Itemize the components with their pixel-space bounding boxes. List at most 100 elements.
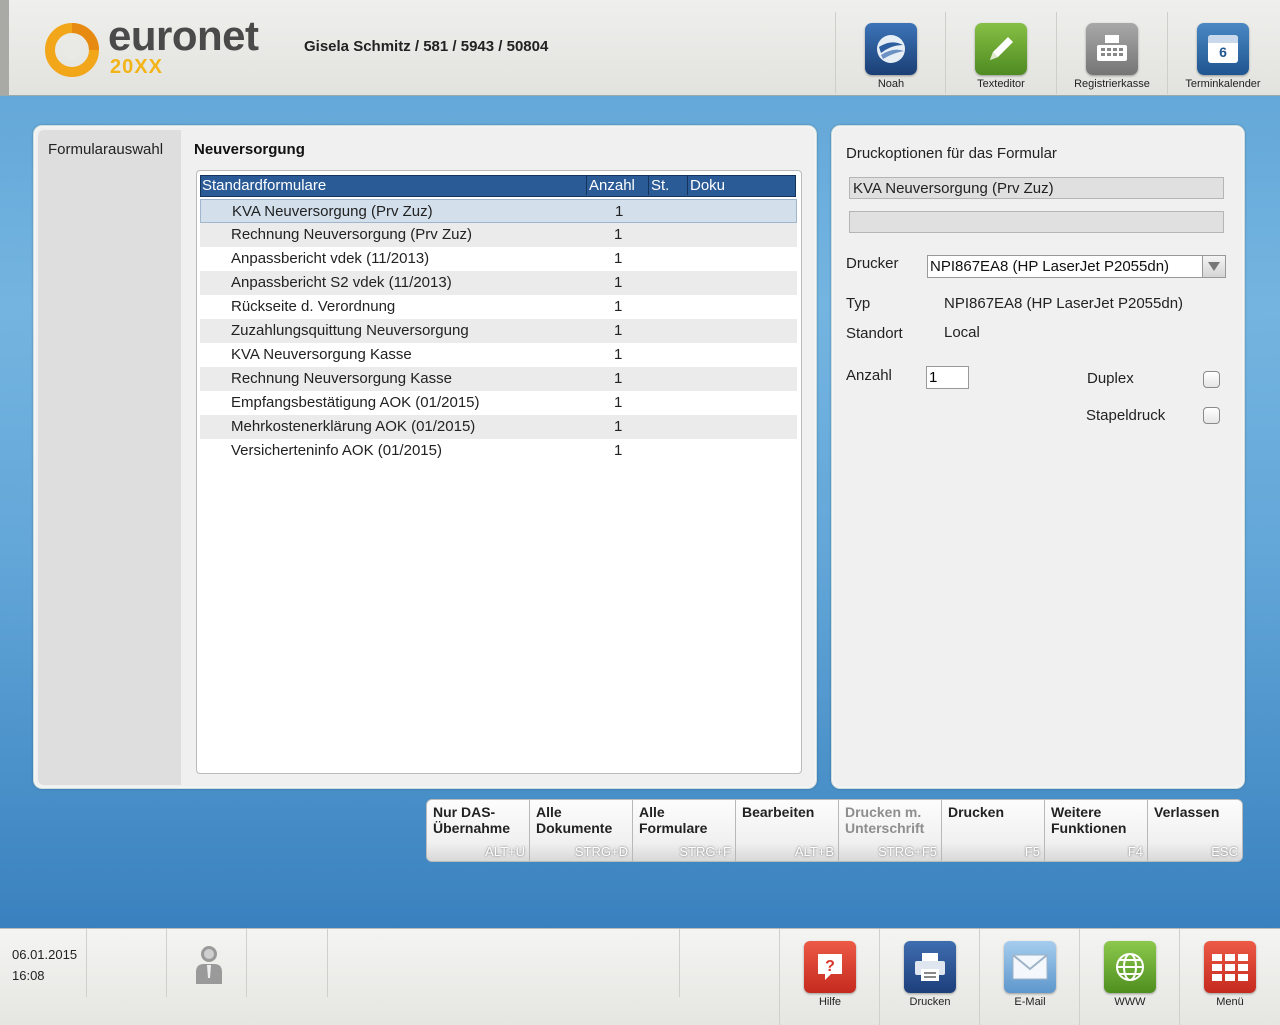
printer-dropdown[interactable]: NPI867EA8 (HP LaserJet P2055dn): [927, 255, 1226, 278]
table-row[interactable]: KVA Neuversorgung Kasse 1: [200, 343, 797, 367]
hilfe-button[interactable]: ? Hilfe: [779, 929, 880, 1025]
action-label: Alle Formulare: [639, 804, 708, 836]
logo-year: 20XX: [110, 56, 163, 78]
www-button[interactable]: WWW: [1079, 929, 1180, 1025]
table-row[interactable]: Mehrkostenerklärung AOK (01/2015) 1: [200, 415, 797, 439]
action-label: Alle Dokumente: [536, 804, 613, 836]
anzahl-label: Anzahl: [846, 367, 892, 384]
row-form-name: Rechnung Neuversorgung Kasse: [231, 370, 452, 387]
form-name-field: KVA Neuversorgung (Prv Zuz): [849, 177, 1224, 199]
row-count: 1: [614, 226, 623, 243]
standort-value: Local: [944, 324, 980, 341]
calendar-day: 6: [1219, 44, 1227, 60]
action-button[interactable]: Weitere Funktionen F4: [1045, 800, 1148, 861]
datetime-cell: 06.01.2015 16:08: [0, 929, 87, 997]
column-standardformulare[interactable]: Standardformulare: [201, 176, 326, 195]
www-label: WWW: [1114, 996, 1146, 1008]
table-row[interactable]: Rechnung Neuversorgung Kasse 1: [200, 367, 797, 391]
help-icon: ?: [804, 941, 856, 993]
current-date: 06.01.2015: [12, 947, 78, 962]
anzahl-input[interactable]: [926, 366, 969, 389]
action-shortcut: ALT+B: [794, 844, 834, 859]
row-form-name: Zuzahlungsquittung Neuversorgung: [231, 322, 469, 339]
texteditor-button[interactable]: Texteditor: [945, 12, 1056, 94]
row-form-name: KVA Neuversorgung Kasse: [231, 346, 412, 363]
table-row[interactable]: KVA Neuversorgung (Prv Zuz) 1: [200, 199, 797, 223]
action-button[interactable]: Drucken F5: [942, 800, 1045, 861]
footer-empty-cell: [680, 929, 780, 997]
side-column: [38, 130, 181, 785]
user-icon: [196, 946, 222, 984]
row-form-name: Mehrkostenerklärung AOK (01/2015): [231, 418, 476, 435]
stapeldruck-checkbox[interactable]: [1203, 407, 1220, 424]
drucken-footer-button[interactable]: Drucken: [879, 929, 980, 1025]
datetime: 06.01.2015 16:08: [12, 944, 77, 986]
printer-icon: [904, 941, 956, 993]
action-label: Drucken: [948, 804, 1005, 820]
current-time: 16:08: [12, 968, 45, 983]
menu-grid-icon: [1204, 941, 1256, 993]
chevron-down-icon[interactable]: [1202, 256, 1225, 277]
row-form-name: Empfangsbestätigung AOK (01/2015): [231, 394, 480, 411]
row-count: 1: [614, 394, 623, 411]
row-count: 1: [615, 203, 624, 220]
action-shortcut: STRG+F5: [878, 844, 937, 859]
table-row[interactable]: Anpassbericht S2 vdek (11/2013) 1: [200, 271, 797, 295]
action-shortcut: ESC: [1211, 844, 1238, 859]
table-row[interactable]: Rechnung Neuversorgung (Prv Zuz) 1: [200, 223, 797, 247]
action-shortcut: STRG+D: [574, 844, 628, 859]
row-count: 1: [614, 370, 623, 387]
standort-label: Standort: [846, 325, 903, 342]
action-button[interactable]: Verlassen ESC: [1148, 800, 1242, 861]
row-count: 1: [614, 274, 623, 291]
action-button[interactable]: Alle Formulare STRG+F: [633, 800, 736, 861]
action-button[interactable]: Drucken m. Unterschrift STRG+F5: [839, 800, 942, 861]
row-count: 1: [614, 250, 623, 267]
action-shortcut: F4: [1127, 844, 1143, 859]
action-label: Bearbeiten: [742, 804, 815, 820]
header-edge: [0, 0, 9, 95]
table-row[interactable]: Empfangsbestätigung AOK (01/2015) 1: [200, 391, 797, 415]
drucken-footer-label: Drucken: [909, 996, 951, 1008]
duplex-checkbox[interactable]: [1203, 371, 1220, 388]
column-doku[interactable]: Doku: [687, 176, 748, 195]
email-button[interactable]: E-Mail: [979, 929, 1080, 1025]
noah-button[interactable]: Noah: [835, 12, 946, 94]
action-label: Nur DAS- Übernahme: [433, 804, 511, 836]
formularauswahl-tab[interactable]: Formularauswahl: [48, 141, 163, 158]
noah-icon: [865, 23, 917, 75]
footer-empty-cell: [87, 929, 167, 997]
typ-value: NPI867EA8 (HP LaserJet P2055dn): [944, 295, 1184, 312]
row-count: 1: [614, 298, 623, 315]
row-form-name: Versicherteninfo AOK (01/2015): [231, 442, 442, 459]
duplex-label: Duplex: [1087, 370, 1134, 387]
pencil-icon: [975, 23, 1027, 75]
section-title: Neuversorgung: [194, 141, 305, 158]
printer-dropdown-value: NPI867EA8 (HP LaserJet P2055dn): [930, 258, 1170, 275]
terminkalender-label: Terminkalender: [1185, 78, 1261, 90]
action-shortcut: ALT+U: [485, 844, 525, 859]
row-count: 1: [614, 442, 623, 459]
row-form-name: Anpassbericht S2 vdek (11/2013): [231, 274, 452, 291]
table-row[interactable]: Anpassbericht vdek (11/2013) 1: [200, 247, 797, 271]
action-label: Weitere Funktionen: [1051, 804, 1127, 836]
table-row[interactable]: Rückseite d. Verordnung 1: [200, 295, 797, 319]
user-cell[interactable]: [167, 929, 247, 997]
action-button[interactable]: Bearbeiten ALT+B: [736, 800, 839, 861]
action-label: Drucken m. Unterschrift: [845, 804, 925, 836]
action-button[interactable]: Nur DAS- Übernahme ALT+U: [427, 800, 530, 861]
table-row[interactable]: Zuzahlungsquittung Neuversorgung 1: [200, 319, 797, 343]
noah-label: Noah: [877, 78, 905, 90]
column-st[interactable]: St.: [648, 176, 669, 195]
texteditor-label: Texteditor: [977, 78, 1025, 90]
registrierkasse-button[interactable]: Registrierkasse: [1056, 12, 1167, 94]
column-anzahl[interactable]: Anzahl: [586, 176, 635, 195]
terminkalender-button[interactable]: 6 Terminkalender: [1167, 12, 1278, 94]
action-shortcut: STRG+F: [679, 844, 731, 859]
action-button[interactable]: Alle Dokumente STRG+D: [530, 800, 633, 861]
row-form-name: KVA Neuversorgung (Prv Zuz): [232, 203, 433, 220]
menu-button[interactable]: Menü: [1179, 929, 1280, 1025]
svg-text:?: ?: [825, 958, 835, 975]
action-label: Verlassen: [1154, 804, 1220, 820]
table-row[interactable]: Versicherteninfo AOK (01/2015) 1: [200, 439, 797, 463]
